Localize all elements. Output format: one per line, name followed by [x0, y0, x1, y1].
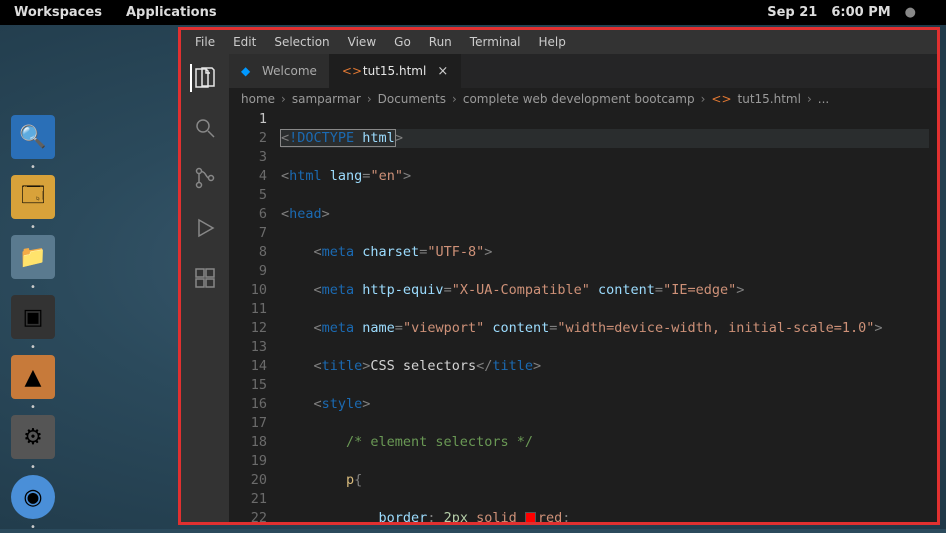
- menu-edit[interactable]: Edit: [225, 33, 264, 51]
- html-file-icon: <>: [711, 92, 731, 106]
- tabs: ◆ Welcome <> tut15.html ×: [229, 54, 937, 88]
- activity-explorer-icon[interactable]: [190, 64, 218, 92]
- dock-app-5[interactable]: ▲: [11, 355, 55, 399]
- breadcrumb-item[interactable]: Documents: [378, 92, 446, 106]
- chevron-right-icon: ›: [807, 92, 812, 106]
- line-gutter: 12345678910111213141516171819202122: [229, 110, 281, 522]
- panel-date[interactable]: Sep 21: [767, 5, 817, 20]
- activity-search-icon[interactable]: [191, 114, 219, 142]
- dock-app-1[interactable]: 🔍: [11, 115, 55, 159]
- dock: 🔍 🗔 📁 ▣ ▲ ⚙ ◉: [0, 115, 66, 519]
- breadcrumb-item[interactable]: tut15.html: [738, 92, 801, 106]
- chevron-right-icon: ›: [281, 92, 286, 106]
- panel-time[interactable]: 6:00 PM: [831, 5, 890, 20]
- dock-browser[interactable]: ◉: [11, 475, 55, 519]
- dock-app-2[interactable]: 🗔: [11, 175, 55, 219]
- breadcrumb-item[interactable]: home: [241, 92, 275, 106]
- code-editor[interactable]: 12345678910111213141516171819202122 <!DO…: [229, 110, 937, 522]
- menu-run[interactable]: Run: [421, 33, 460, 51]
- breadcrumb-item[interactable]: complete web development bootcamp: [463, 92, 695, 106]
- activity-debug-icon[interactable]: [191, 214, 219, 242]
- top-panel: Workspaces Applications Sep 21 6:00 PM ●: [0, 0, 946, 25]
- tab-welcome[interactable]: ◆ Welcome: [229, 54, 330, 88]
- chevron-right-icon: ›: [367, 92, 372, 106]
- dock-terminal[interactable]: ▣: [11, 295, 55, 339]
- menu-help[interactable]: Help: [531, 33, 574, 51]
- panel-applications[interactable]: Applications: [126, 5, 217, 20]
- activity-scm-icon[interactable]: [191, 164, 219, 192]
- menu-file[interactable]: File: [187, 33, 223, 51]
- vscode-logo-icon: ◆: [241, 64, 255, 78]
- tab-tut15[interactable]: <> tut15.html ×: [330, 54, 461, 88]
- breadcrumb-item[interactable]: ...: [818, 92, 829, 106]
- dock-files[interactable]: 📁: [11, 235, 55, 279]
- activity-bar: [181, 54, 229, 522]
- chevron-right-icon: ›: [452, 92, 457, 106]
- panel-workspaces[interactable]: Workspaces: [14, 5, 102, 20]
- code-content[interactable]: <!DOCTYPE html> <html lang="en"> <head> …: [281, 110, 937, 522]
- chevron-right-icon: ›: [701, 92, 706, 106]
- editor-area: ◆ Welcome <> tut15.html × home › samparma…: [229, 54, 937, 522]
- color-swatch-red: [525, 512, 536, 522]
- menubar: File Edit Selection View Go Run Terminal…: [181, 30, 937, 54]
- breadcrumbs[interactable]: home › samparmar › Documents › complete web…: [229, 88, 937, 110]
- html-file-icon: <>: [342, 64, 356, 78]
- menu-go[interactable]: Go: [386, 33, 419, 51]
- menu-selection[interactable]: Selection: [266, 33, 337, 51]
- close-icon[interactable]: ×: [437, 64, 448, 79]
- tab-label: Welcome: [262, 64, 317, 78]
- activity-extensions-icon[interactable]: [191, 264, 219, 292]
- dock-settings[interactable]: ⚙: [11, 415, 55, 459]
- breadcrumb-item[interactable]: samparmar: [292, 92, 361, 106]
- menu-terminal[interactable]: Terminal: [462, 33, 529, 51]
- tab-label: tut15.html: [363, 64, 426, 78]
- vscode-window: File Edit Selection View Go Run Terminal…: [178, 27, 940, 525]
- menu-view[interactable]: View: [340, 33, 384, 51]
- panel-indicator-dot: ●: [905, 5, 916, 20]
